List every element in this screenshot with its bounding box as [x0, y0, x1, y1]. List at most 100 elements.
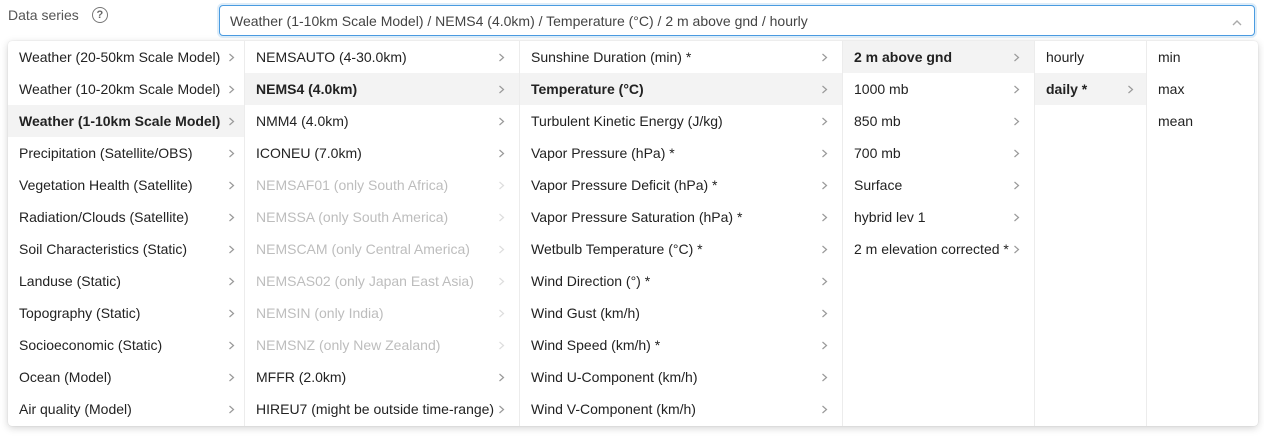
menu-item-label: Ocean (Model) — [19, 369, 112, 385]
menu-item[interactable]: Ocean (Model) — [8, 361, 244, 393]
menu-item[interactable]: hourly — [1035, 41, 1146, 73]
menu-item[interactable]: Sunshine Duration (min) * — [520, 41, 842, 73]
menu-item-label: Precipitation (Satellite/OBS) — [19, 145, 193, 161]
menu-item-label: hourly — [1046, 49, 1085, 65]
menu-item[interactable]: Precipitation (Satellite/OBS) — [8, 137, 244, 169]
menu-item-label: NEMSSA (only South America) — [256, 209, 449, 225]
menu-item[interactable]: min — [1147, 41, 1258, 73]
menu-item[interactable]: Vapor Pressure (hPa) * — [520, 137, 842, 169]
cascader-column-model: NEMSAUTO (4-30.0km) NEMS4 (4.0km) NMM4 (4.… — [245, 41, 520, 426]
chevron-right-icon — [498, 277, 505, 286]
menu-item[interactable]: 2 m elevation corrected * — [843, 233, 1034, 265]
menu-item[interactable]: Wind Gust (km/h) — [520, 297, 842, 329]
menu-item-label: NEMSNZ (only New Zealand) — [256, 337, 441, 353]
menu-item[interactable]: mean — [1147, 105, 1258, 137]
menu-item-label: Wind V-Component (km/h) — [531, 401, 696, 417]
menu-item[interactable]: hybrid lev 1 — [843, 201, 1034, 233]
chevron-right-icon — [498, 245, 505, 254]
menu-item[interactable]: Weather (10-20km Scale Model) — [8, 73, 244, 105]
menu-item-label: Sunshine Duration (min) * — [531, 49, 692, 65]
menu-item-label: Temperature (°C) — [531, 81, 644, 97]
chevron-right-icon — [228, 373, 235, 382]
chevron-right-icon — [821, 181, 828, 190]
menu-item[interactable]: Radiation/Clouds (Satellite) — [8, 201, 244, 233]
chevron-right-icon — [821, 85, 828, 94]
menu-item-label: Vapor Pressure (hPa) * — [531, 145, 675, 161]
cascader-dropdown: Weather (20-50km Scale Model) Weather (10… — [8, 41, 1258, 426]
chevron-right-icon — [1013, 53, 1020, 62]
menu-item[interactable]: MFFR (2.0km) — [245, 361, 519, 393]
menu-item-label: NEMSAUTO (4-30.0km) — [256, 49, 407, 65]
chevron-right-icon — [821, 149, 828, 158]
menu-item[interactable]: Wind U-Component (km/h) — [520, 361, 842, 393]
menu-item-label: max — [1158, 81, 1185, 97]
menu-item-label: Vegetation Health (Satellite) — [19, 177, 193, 193]
menu-item[interactable]: Wind Speed (km/h) * — [520, 329, 842, 361]
chevron-right-icon — [498, 309, 505, 318]
cascader-column-category: Weather (20-50km Scale Model) Weather (10… — [8, 41, 245, 426]
menu-item-label: Radiation/Clouds (Satellite) — [19, 209, 189, 225]
chevron-right-icon — [821, 341, 828, 350]
menu-item[interactable]: Weather (20-50km Scale Model) — [8, 41, 244, 73]
chevron-right-icon — [1013, 117, 1020, 126]
chevron-right-icon — [228, 245, 235, 254]
menu-item-label: ICONEU (7.0km) — [256, 145, 362, 161]
menu-item[interactable]: 700 mb — [843, 137, 1034, 169]
chevron-right-icon — [228, 213, 235, 222]
menu-item[interactable]: Landuse (Static) — [8, 265, 244, 297]
menu-item[interactable]: Vapor Pressure Deficit (hPa) * — [520, 169, 842, 201]
chevron-right-icon — [821, 213, 828, 222]
menu-item-label: min — [1158, 49, 1181, 65]
menu-item-label: Wetbulb Temperature (°C) * — [531, 241, 703, 257]
chevron-right-icon — [228, 53, 235, 62]
menu-item[interactable]: HIREU7 (might be outside time-range) — [245, 393, 519, 425]
menu-item-label: Wind Speed (km/h) * — [531, 337, 661, 353]
data-series-label-row: Data series ? — [8, 5, 108, 25]
menu-item-label: Turbulent Kinetic Energy (J/kg) — [531, 113, 723, 129]
chevron-right-icon — [498, 149, 505, 158]
menu-item-label: 2 m elevation corrected * — [854, 241, 1009, 257]
menu-item[interactable]: Turbulent Kinetic Energy (J/kg) — [520, 105, 842, 137]
menu-item[interactable]: Soil Characteristics (Static) — [8, 233, 244, 265]
menu-item-label: 850 mb — [854, 113, 901, 129]
chevron-right-icon — [1013, 85, 1020, 94]
menu-item[interactable]: daily * — [1035, 73, 1146, 105]
menu-item[interactable]: 2 m above gnd — [843, 41, 1034, 73]
menu-item-label: Soil Characteristics (Static) — [19, 241, 188, 257]
menu-item-label: MFFR (2.0km) — [256, 369, 347, 385]
menu-item-label: Surface — [854, 177, 903, 193]
menu-item[interactable]: 1000 mb — [843, 73, 1034, 105]
chevron-right-icon — [228, 181, 235, 190]
menu-item[interactable]: Wind Direction (°) * — [520, 265, 842, 297]
select-value: Weather (1-10km Scale Model) / NEMS4 (4.… — [230, 12, 808, 29]
menu-item[interactable]: Temperature (°C) — [520, 73, 842, 105]
menu-item[interactable]: Wetbulb Temperature (°C) * — [520, 233, 842, 265]
menu-item[interactable]: max — [1147, 73, 1258, 105]
menu-item[interactable]: NEMSAUTO (4-30.0km) — [245, 41, 519, 73]
chevron-right-icon — [228, 341, 235, 350]
chevron-right-icon — [821, 309, 828, 318]
menu-item[interactable]: Vapor Pressure Saturation (hPa) * — [520, 201, 842, 233]
menu-item[interactable]: Air quality (Model) — [8, 393, 244, 425]
menu-item[interactable]: NMM4 (4.0km) — [245, 105, 519, 137]
menu-item[interactable]: 850 mb — [843, 105, 1034, 137]
menu-item-label: hybrid lev 1 — [854, 209, 926, 225]
menu-item-label: Weather (20-50km Scale Model) — [19, 49, 221, 65]
question-circle-icon[interactable]: ? — [91, 7, 108, 23]
menu-item[interactable]: Surface — [843, 169, 1034, 201]
menu-item[interactable]: ICONEU (7.0km) — [245, 137, 519, 169]
menu-item[interactable]: NEMS4 (4.0km) — [245, 73, 519, 105]
data-series-select[interactable]: Weather (1-10km Scale Model) / NEMS4 (4.… — [219, 5, 1255, 36]
menu-item-label: Topography (Static) — [19, 305, 141, 321]
chevron-right-icon — [821, 245, 828, 254]
menu-item[interactable]: Wind V-Component (km/h) — [520, 393, 842, 425]
chevron-right-icon — [1013, 213, 1020, 222]
cascader-column-variable: Sunshine Duration (min) * Temperature (°C… — [520, 41, 843, 426]
chevron-up-icon[interactable] — [1232, 14, 1242, 26]
menu-item[interactable]: Socioeconomic (Static) — [8, 329, 244, 361]
menu-item-label: Socioeconomic (Static) — [19, 337, 163, 353]
menu-item[interactable]: Topography (Static) — [8, 297, 244, 329]
menu-item: NEMSNZ (only New Zealand) — [245, 329, 519, 361]
menu-item[interactable]: Vegetation Health (Satellite) — [8, 169, 244, 201]
menu-item[interactable]: Weather (1-10km Scale Model) — [8, 105, 244, 137]
